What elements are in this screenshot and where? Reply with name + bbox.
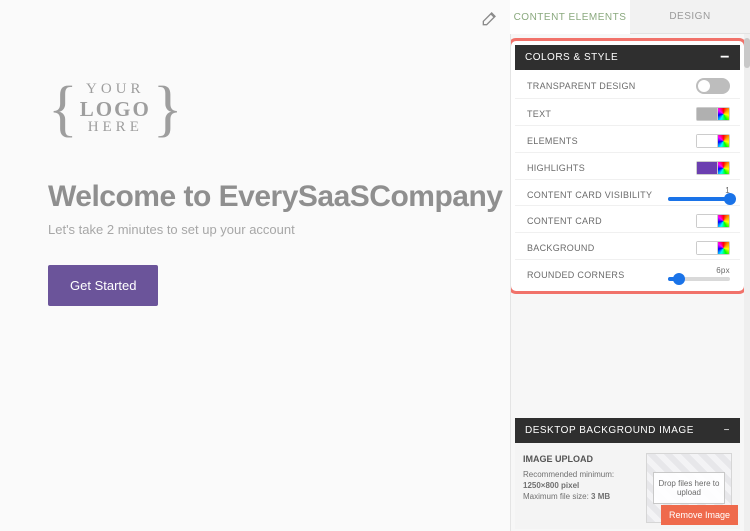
scrollbar-thumb[interactable]: [744, 38, 750, 68]
bg-image-title: DESKTOP BACKGROUND IMAGE: [525, 425, 694, 436]
toggle-transparent-design[interactable]: [696, 78, 730, 94]
swatch-background[interactable]: [696, 241, 730, 255]
slider-rounded-corners[interactable]: 6px: [668, 268, 730, 281]
upload-meta: IMAGE UPLOAD Recommended minimum: 1250×8…: [523, 453, 640, 523]
bg-image-section: DESKTOP BACKGROUND IMAGE − IMAGE UPLOAD …: [511, 418, 744, 529]
colors-style-header[interactable]: COLORS & STYLE −: [515, 45, 740, 70]
swatch-content-card[interactable]: [696, 214, 730, 228]
value-rounded-corners: 6px: [716, 266, 730, 275]
label-rounded-corners: ROUNDED CORNERS: [527, 270, 625, 280]
logo-line1: YOUR: [80, 82, 151, 98]
slider-card-visibility[interactable]: 1: [668, 188, 730, 201]
upload-rec-line1: Recommended minimum:: [523, 470, 614, 479]
swatch-highlights[interactable]: [696, 161, 730, 175]
row-card-visibility: CONTENT CARD VISIBILITY 1: [515, 179, 740, 205]
design-panel: COLORS & STYLE − TRANSPARENT DESIGN TEXT…: [510, 34, 750, 531]
logo-placeholder: { YOUR LOGO HERE }: [48, 78, 183, 140]
colors-style-title: COLORS & STYLE: [525, 52, 618, 63]
row-highlights-color: HIGHLIGHTS: [515, 152, 740, 179]
swatch-fill-elements: [697, 135, 717, 147]
panel-scrollbar[interactable]: [744, 34, 750, 531]
row-background-color: BACKGROUND: [515, 232, 740, 259]
panel-tabs: CONTENT ELEMENTS DESIGN: [510, 0, 750, 34]
swatch-fill-text: [697, 108, 717, 120]
dropzone-text: Drop files here to upload: [653, 472, 725, 504]
upload-rec-dims: 1250×800 pixel: [523, 481, 579, 490]
swatch-elements[interactable]: [696, 134, 730, 148]
brace-left-icon: {: [48, 78, 78, 140]
get-started-button[interactable]: Get Started: [48, 265, 158, 306]
label-highlights-color: HIGHLIGHTS: [527, 163, 585, 173]
label-text-color: TEXT: [527, 109, 551, 119]
bg-image-header[interactable]: DESKTOP BACKGROUND IMAGE −: [515, 418, 740, 443]
collapse-icon[interactable]: −: [724, 425, 730, 436]
logo-text: YOUR LOGO HERE: [78, 82, 153, 136]
page-subhead: Let's take 2 minutes to set up your acco…: [48, 222, 295, 237]
upload-max-label: Maximum file size:: [523, 492, 591, 501]
colors-style-section: COLORS & STYLE − TRANSPARENT DESIGN TEXT…: [510, 38, 747, 294]
upload-max-size: 3 MB: [591, 492, 610, 501]
logo-line2: LOGO: [80, 98, 151, 120]
slider-thumb[interactable]: [673, 273, 685, 285]
color-picker-icon: [717, 135, 729, 147]
color-picker-icon: [717, 242, 729, 254]
color-picker-icon: [717, 108, 729, 120]
row-elements-color: ELEMENTS: [515, 125, 740, 152]
swatch-fill-content-card: [697, 215, 717, 227]
label-background-color: BACKGROUND: [527, 243, 595, 253]
label-content-card-color: CONTENT CARD: [527, 216, 602, 226]
logo-line3: HERE: [80, 120, 151, 136]
color-picker-icon: [717, 215, 729, 227]
row-rounded-corners: ROUNDED CORNERS 6px: [515, 259, 740, 285]
edit-icon[interactable]: [480, 8, 500, 28]
label-transparent-design: TRANSPARENT DESIGN: [527, 81, 636, 91]
brace-right-icon: }: [153, 78, 183, 140]
preview-canvas: { YOUR LOGO HERE } Welcome to EverySaaSC…: [0, 0, 510, 531]
label-card-visibility: CONTENT CARD VISIBILITY: [527, 190, 652, 200]
row-content-card-color: CONTENT CARD: [515, 205, 740, 232]
tab-content-elements[interactable]: CONTENT ELEMENTS: [510, 0, 630, 34]
swatch-fill-background: [697, 242, 717, 254]
tab-design[interactable]: DESIGN: [630, 0, 750, 34]
swatch-fill-highlights: [697, 162, 717, 174]
upload-title: IMAGE UPLOAD: [523, 453, 640, 466]
swatch-text[interactable]: [696, 107, 730, 121]
row-text-color: TEXT: [515, 98, 740, 125]
slider-thumb[interactable]: [724, 193, 736, 205]
color-picker-icon: [717, 162, 729, 174]
row-transparent-design: TRANSPARENT DESIGN: [515, 70, 740, 98]
label-elements-color: ELEMENTS: [527, 136, 578, 146]
collapse-icon[interactable]: −: [720, 53, 730, 63]
remove-image-button[interactable]: Remove Image: [661, 505, 738, 525]
page-headline: Welcome to EverySaaSCompany: [48, 180, 502, 214]
